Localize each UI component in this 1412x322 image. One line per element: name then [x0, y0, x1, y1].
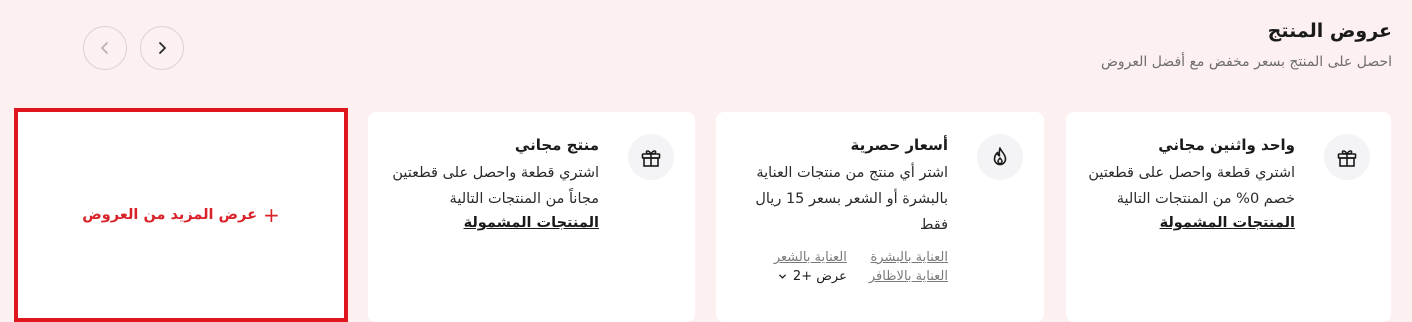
- show-more-offers-label: عرض المزيد من العروض: [82, 207, 257, 223]
- tag-hair-care[interactable]: العناية بالشعر: [774, 250, 847, 265]
- offer-description: اشتري قطعة واحصل على قطعتين مجاناً من ال…: [392, 165, 599, 207]
- included-products-link[interactable]: المنتجات المشمولة: [1160, 215, 1295, 231]
- offer-description: اشتر أي منتج من منتجات العناية بالبشرة أ…: [755, 165, 948, 233]
- gift-icon: [641, 150, 661, 167]
- page-subtitle: احصل على المنتج بسعر مخفض مع أفضل العروض: [1100, 54, 1392, 70]
- offer-description: اشتري قطعة واحصل على قطعتين خصم 0% من ال…: [1088, 165, 1295, 207]
- offer-title: منتج مجاني: [514, 136, 599, 154]
- chevron-down-icon: [779, 274, 786, 279]
- flame-icon: [993, 147, 1007, 166]
- tag-nail-care[interactable]: العناية بالاظافر: [869, 269, 948, 284]
- show-more-tags-button[interactable]: عرض +2: [774, 269, 847, 284]
- show-more-offers-button[interactable]: + عرض المزيد من العروض: [14, 108, 348, 322]
- plus-icon: +: [262, 203, 280, 227]
- offer-title: واحد واثنين مجاني: [1158, 136, 1295, 154]
- chevron-right-icon: [159, 42, 166, 54]
- included-products-link[interactable]: المنتجات المشمولة: [464, 215, 599, 231]
- chevron-left-icon: [101, 42, 108, 54]
- carousel-next-button[interactable]: [140, 26, 184, 70]
- category-tags: العناية بالبشرة العناية بالشعر العناية ب…: [732, 250, 948, 284]
- offer-title: أسعار حصرية: [850, 136, 949, 154]
- tag-skin-care[interactable]: العناية بالبشرة: [869, 250, 949, 265]
- carousel-prev-button[interactable]: [83, 26, 127, 70]
- offer-card-exclusive-prices: أسعار حصرية اشتر أي منتج من منتجات العنا…: [716, 112, 1044, 322]
- offer-card-free-product: منتج مجاني اشتري قطعة واحصل على قطعتين م…: [368, 112, 695, 322]
- gift-icon: [1337, 150, 1357, 167]
- page-title: عروض المنتج: [1267, 20, 1392, 42]
- offers-header: عروض المنتج احصل على المنتج بسعر مخفض مع…: [1101, 20, 1392, 70]
- offer-card-buy-one-get-two: واحد واثنين مجاني اشتري قطعة واحصل على ق…: [1066, 112, 1391, 322]
